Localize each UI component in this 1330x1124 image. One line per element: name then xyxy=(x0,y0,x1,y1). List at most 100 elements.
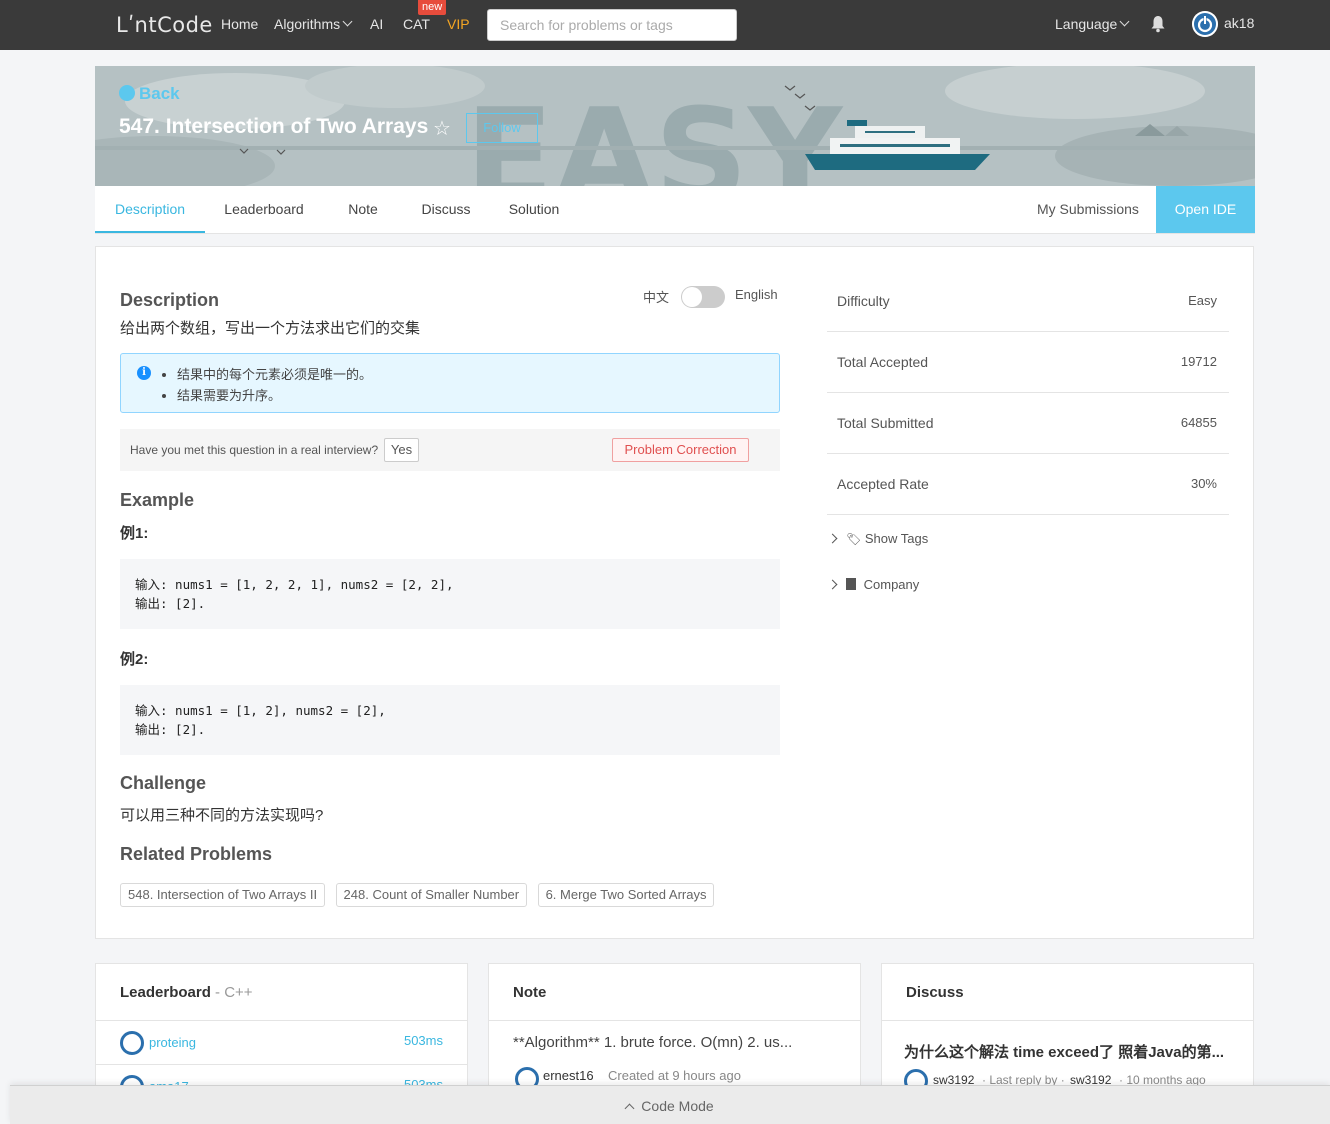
nav-language[interactable]: Language xyxy=(1055,16,1130,32)
code-line: 输出: [2]. xyxy=(135,722,206,737)
discuss-card-header: Discuss xyxy=(882,964,1253,1021)
code-line: 输入: nums1 = [1, 2], nums2 = [2], xyxy=(135,703,386,718)
code-line: 输入: nums1 = [1, 2, 2, 1], nums2 = [2, 2]… xyxy=(135,577,454,592)
leaderboard-time: 503ms xyxy=(403,1033,443,1048)
info-icon: i xyxy=(137,366,151,380)
star-icon[interactable]: ☆ xyxy=(433,116,451,141)
related-problems-list: 548. Intersection of Two Arrays II 248. … xyxy=(120,883,720,907)
interview-yes-button[interactable]: Yes xyxy=(384,438,419,462)
avatar xyxy=(120,1031,144,1055)
stat-row-difficulty: Difficulty Easy xyxy=(827,271,1229,332)
top-navbar: LʹntCode Home Algorithms AI CAT new VIP … xyxy=(0,0,1330,50)
company-toggle[interactable]: Company xyxy=(827,577,920,592)
related-problem-chip[interactable]: 248. Count of Smaller Number xyxy=(335,883,528,907)
tab-leaderboard[interactable]: Leaderboard xyxy=(215,186,313,233)
stat-value: 19712 xyxy=(1180,354,1217,369)
my-submissions-link[interactable]: My Submissions xyxy=(1037,186,1139,232)
problem-banner: EASY Back 547. Intersection of Two Array… xyxy=(95,66,1255,186)
stat-row-total-accepted: Total Accepted 19712 xyxy=(827,332,1229,393)
leaderboard-card-header: Leaderboard - C++ xyxy=(96,964,467,1021)
stat-label: Accepted Rate xyxy=(837,476,929,492)
leaderboard-row[interactable]: proteing 503ms xyxy=(96,1021,467,1065)
stat-row-total-submitted: Total Submitted 64855 xyxy=(827,393,1229,454)
tags-icon: 🏷 xyxy=(846,532,862,546)
nav-algorithms-label: Algorithms xyxy=(274,16,341,32)
nav-cat[interactable]: CAT xyxy=(403,16,430,32)
new-badge: new xyxy=(418,0,447,15)
note-item: 结果中的每个元素必须是唯一的。 xyxy=(177,364,372,385)
description-text: 给出两个数组，写出一个方法求出它们的交集 xyxy=(120,320,421,337)
search-input[interactable] xyxy=(488,10,736,40)
back-arrow-icon xyxy=(119,85,135,101)
example2-label: 例2: xyxy=(120,651,149,668)
user-avatar[interactable] xyxy=(1192,11,1218,37)
stat-label: Difficulty xyxy=(837,293,890,309)
related-problem-chip[interactable]: 548. Intersection of Two Arrays II xyxy=(120,883,326,907)
chevron-right-icon xyxy=(827,579,838,590)
lang-zh-label: 中文 xyxy=(643,290,670,305)
nav-vip[interactable]: VIP xyxy=(447,16,470,32)
show-tags-label: Show Tags xyxy=(864,531,929,546)
notes-list: 结果中的每个元素必须是唯一的。 结果需要为升序。 xyxy=(177,364,372,406)
nav-ai[interactable]: AI xyxy=(370,16,383,32)
discuss-snippet[interactable]: 为什么这个解法 time exceed了 照着Java的第... xyxy=(904,1041,1253,1062)
description-heading: Description xyxy=(120,290,220,310)
leaderboard-user[interactable]: proteing xyxy=(149,1035,196,1050)
tab-description[interactable]: Description xyxy=(95,186,205,233)
nav-language-label: Language xyxy=(1055,16,1118,32)
bell-icon[interactable] xyxy=(1150,15,1166,33)
stat-value: 64855 xyxy=(1180,415,1217,430)
toggle-knob xyxy=(682,287,702,307)
stat-label: Total Submitted xyxy=(837,415,934,431)
company-label: Company xyxy=(863,577,920,592)
nav-algorithms[interactable]: Algorithms xyxy=(274,16,353,32)
nav-home[interactable]: Home xyxy=(221,16,258,32)
tab-discuss[interactable]: Discuss xyxy=(413,186,479,233)
tab-note[interactable]: Note xyxy=(333,186,393,233)
code-mode-label: Code Mode xyxy=(641,1098,714,1114)
note-card-header: Note xyxy=(489,964,860,1021)
stat-row-accepted-rate: Accepted Rate 30% xyxy=(827,454,1229,515)
challenge-text: 可以用三种不同的方法实现吗? xyxy=(120,807,324,824)
back-label: Back xyxy=(139,84,180,103)
follow-button[interactable]: Follow xyxy=(466,113,538,143)
note-item: 结果需要为升序。 xyxy=(177,385,372,406)
stat-value: Easy xyxy=(1188,293,1217,308)
chevron-up-icon xyxy=(624,1103,635,1114)
notes-box: i 结果中的每个元素必须是唯一的。 结果需要为升序。 xyxy=(120,353,780,413)
problem-correction-button[interactable]: Problem Correction xyxy=(612,438,749,462)
related-problems-heading: Related Problems xyxy=(120,844,273,864)
example1-code: 输入: nums1 = [1, 2, 2, 1], nums2 = [2, 2]… xyxy=(120,559,780,629)
show-tags-toggle[interactable]: 🏷 Show Tags xyxy=(827,531,929,546)
interview-bar: Have you met this question in a real int… xyxy=(120,429,780,471)
problem-content: Description 中文 English 给出两个数组，写出一个方法求出它们… xyxy=(95,246,804,939)
building-icon xyxy=(846,578,856,590)
stat-value: 30% xyxy=(1190,476,1217,491)
note-author[interactable]: ernest16 xyxy=(543,1068,594,1083)
challenge-heading: Challenge xyxy=(120,773,207,793)
back-link[interactable]: Back xyxy=(119,84,180,104)
note-snippet[interactable]: **Algorithm** 1. brute force. O(mn) 2. u… xyxy=(513,1034,843,1051)
code-mode-bar[interactable]: Code Mode xyxy=(10,1085,1330,1124)
chevron-right-icon xyxy=(827,533,838,544)
problem-title: 547. Intersection of Two Arrays xyxy=(119,115,429,138)
stat-label: Total Accepted xyxy=(837,354,929,370)
example-heading: Example xyxy=(120,490,195,510)
language-toggle[interactable] xyxy=(681,286,725,308)
note-meta: Created at 9 hours ago xyxy=(608,1068,741,1083)
chevron-down-icon xyxy=(1119,16,1130,27)
example1-label: 例1: xyxy=(120,525,149,542)
leaderboard-lang: - C++ xyxy=(210,984,253,1001)
related-problem-chip[interactable]: 6. Merge Two Sorted Arrays xyxy=(537,883,715,907)
lintcode-logo[interactable]: LʹntCode xyxy=(116,13,213,37)
example2-code: 输入: nums1 = [1, 2], nums2 = [2], 输出: [2]… xyxy=(120,685,780,755)
search-box[interactable] xyxy=(487,9,737,41)
problem-stats-sidebar: Difficulty Easy Total Accepted 19712 Tot… xyxy=(803,246,1254,939)
open-ide-button[interactable]: Open IDE xyxy=(1156,186,1255,233)
username[interactable]: ak18 xyxy=(1224,15,1254,31)
leaderboard-card-title: Leaderboard xyxy=(120,984,211,1001)
chevron-down-icon xyxy=(342,16,353,27)
tab-solution[interactable]: Solution xyxy=(499,186,569,233)
problem-tabs: Description Leaderboard Note Discuss Sol… xyxy=(95,186,1255,234)
interview-question: Have you met this question in a real int… xyxy=(130,443,379,457)
